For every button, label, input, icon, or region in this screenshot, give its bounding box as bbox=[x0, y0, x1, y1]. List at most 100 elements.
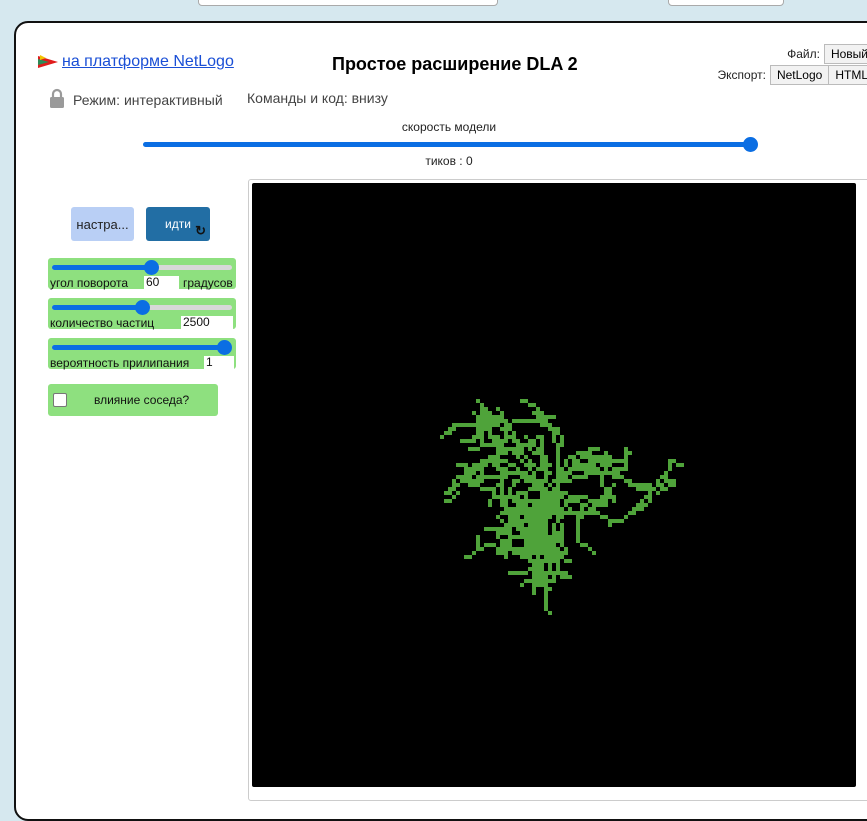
world-view[interactable] bbox=[252, 183, 856, 787]
particle bbox=[552, 511, 556, 515]
particle bbox=[476, 399, 480, 403]
particle bbox=[488, 527, 492, 531]
particle bbox=[492, 543, 496, 547]
particle bbox=[512, 519, 516, 523]
particle bbox=[592, 503, 596, 507]
netlogo-platform-link[interactable]: на платформе NetLogo bbox=[38, 53, 234, 71]
slider-particle-count[interactable]: количество частиц 2500 bbox=[48, 298, 236, 330]
particle bbox=[520, 571, 524, 575]
export-netlogo-button[interactable]: NetLogo bbox=[769, 65, 830, 85]
slider-thumb[interactable] bbox=[217, 340, 232, 355]
particle bbox=[552, 559, 556, 563]
particle bbox=[500, 495, 504, 499]
particle bbox=[624, 467, 628, 471]
particle bbox=[564, 571, 568, 575]
slider-track[interactable] bbox=[52, 260, 232, 275]
particle bbox=[544, 535, 548, 539]
particle bbox=[496, 527, 500, 531]
slider-thumb[interactable] bbox=[135, 300, 150, 315]
particle bbox=[452, 423, 456, 427]
setup-button[interactable]: настра... bbox=[71, 207, 134, 241]
particle bbox=[504, 507, 508, 511]
particle bbox=[532, 451, 536, 455]
particle bbox=[496, 415, 500, 419]
particle bbox=[456, 491, 460, 495]
particle bbox=[648, 499, 652, 503]
particle bbox=[476, 435, 480, 439]
particle bbox=[584, 543, 588, 547]
export-row: Экспорт: NetLogo HTML bbox=[718, 65, 867, 85]
particle bbox=[516, 491, 520, 495]
new-button[interactable]: Новый bbox=[823, 44, 867, 64]
particle bbox=[584, 475, 588, 479]
particle bbox=[500, 519, 504, 523]
particle bbox=[516, 571, 520, 575]
particle bbox=[612, 471, 616, 475]
particle bbox=[532, 479, 536, 483]
file-label: Файл: bbox=[787, 47, 820, 61]
particle bbox=[528, 439, 532, 443]
particle bbox=[552, 571, 556, 575]
particle bbox=[516, 443, 520, 447]
commands-toggle[interactable]: Команды и код: внизу bbox=[247, 90, 388, 106]
particle bbox=[516, 535, 520, 539]
export-html-button[interactable]: HTML bbox=[828, 65, 867, 85]
particle bbox=[528, 443, 532, 447]
particle bbox=[508, 471, 512, 475]
particle bbox=[504, 527, 508, 531]
particle bbox=[612, 475, 616, 479]
particle bbox=[528, 459, 532, 463]
particle bbox=[540, 571, 544, 575]
particle bbox=[516, 451, 520, 455]
slider-value[interactable]: 1 bbox=[204, 356, 234, 369]
mode-indicator[interactable]: Режим: интерактивный bbox=[49, 88, 223, 111]
platform-link-text[interactable]: на платформе NetLogo bbox=[62, 53, 234, 71]
particle bbox=[480, 467, 484, 471]
go-button[interactable]: идти ↻ bbox=[146, 207, 210, 241]
particle bbox=[476, 543, 480, 547]
particle bbox=[544, 455, 548, 459]
particle bbox=[532, 531, 536, 535]
particle bbox=[556, 495, 560, 499]
particle bbox=[556, 519, 560, 523]
slider-value[interactable]: 2500 bbox=[181, 316, 233, 329]
particle bbox=[576, 459, 580, 463]
particle bbox=[480, 427, 484, 431]
particle bbox=[508, 539, 512, 543]
particle bbox=[556, 443, 560, 447]
slider-value[interactable]: 60 bbox=[144, 276, 179, 289]
particle bbox=[572, 467, 576, 471]
particle bbox=[528, 519, 532, 523]
particle bbox=[480, 443, 484, 447]
particle bbox=[664, 479, 668, 483]
particle bbox=[584, 495, 588, 499]
slider-stick-probability[interactable]: вероятность прилипания 1 bbox=[48, 338, 236, 370]
speed-slider-track[interactable] bbox=[143, 142, 755, 147]
slider-track[interactable] bbox=[52, 300, 232, 315]
particle bbox=[592, 447, 596, 451]
slider-track[interactable] bbox=[52, 340, 232, 355]
particle bbox=[560, 471, 564, 475]
particle bbox=[656, 479, 660, 483]
speed-slider-thumb[interactable] bbox=[743, 137, 758, 152]
particle bbox=[552, 491, 556, 495]
particle bbox=[568, 471, 572, 475]
particle bbox=[668, 467, 672, 471]
particle bbox=[636, 503, 640, 507]
particle bbox=[564, 551, 568, 555]
neighbor-checkbox[interactable] bbox=[53, 393, 67, 407]
particle bbox=[628, 483, 632, 487]
particle bbox=[520, 511, 524, 515]
particle bbox=[552, 547, 556, 551]
particle bbox=[500, 479, 504, 483]
neighbor-influence-switch[interactable]: влияние соседа? bbox=[48, 384, 218, 416]
particle bbox=[480, 439, 484, 443]
slider-rotation-angle[interactable]: угол поворота 60 градусов bbox=[48, 258, 236, 290]
particle bbox=[472, 439, 476, 443]
particle bbox=[544, 415, 548, 419]
particle bbox=[564, 547, 568, 551]
slider-thumb[interactable] bbox=[144, 260, 159, 275]
neighbor-switch-label: влияние соседа? bbox=[94, 393, 190, 407]
particle bbox=[528, 523, 532, 527]
go-button-label: идти bbox=[165, 217, 191, 231]
